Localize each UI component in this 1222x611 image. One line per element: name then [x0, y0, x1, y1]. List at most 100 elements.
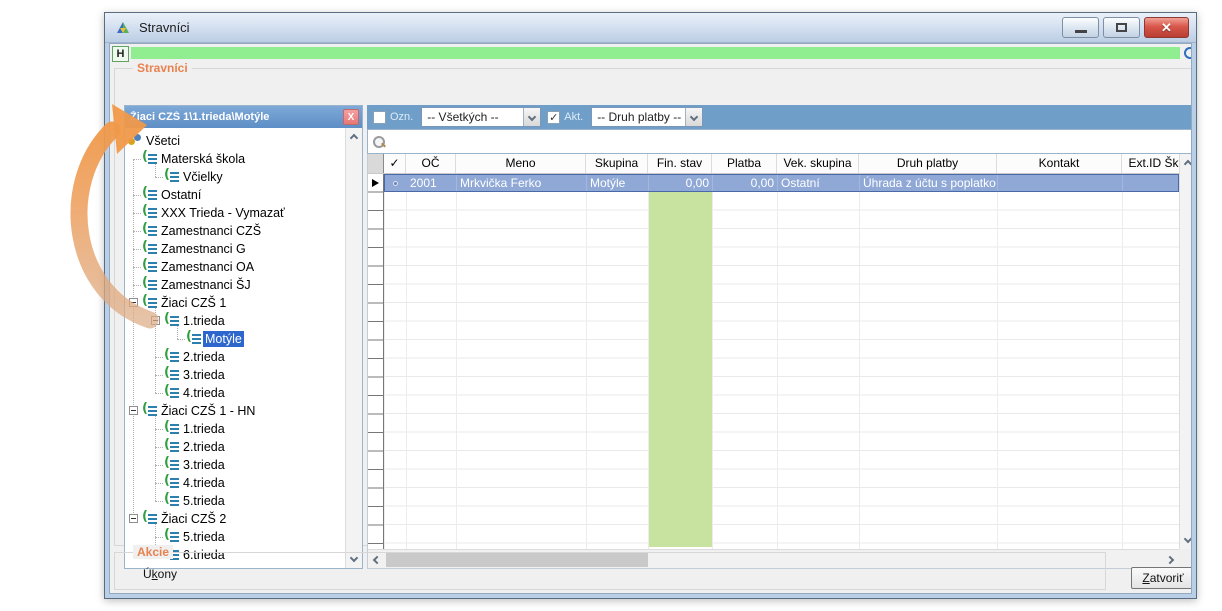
tree-expander-minus[interactable]: [129, 406, 138, 415]
column-header-skupina[interactable]: Skupina: [586, 154, 648, 174]
column-header-meno[interactable]: Meno: [456, 154, 586, 174]
column-header-ext-id-k[interactable]: Ext.ID Šk: [1122, 154, 1179, 174]
chevron-down-icon: [685, 108, 702, 126]
tree-item--iaci-cz-1[interactable]: (Žiaci CZŠ 1: [125, 294, 345, 312]
tree-item--iaci-cz-1-hn[interactable]: (Žiaci CZŠ 1 - HN: [125, 402, 345, 420]
tree-item-4-trieda[interactable]: (4.trieda: [125, 474, 345, 492]
refresh-icon[interactable]: [1182, 45, 1192, 61]
row-marker-dot: [393, 181, 398, 186]
tree-item-v-ielky[interactable]: (Včielky: [125, 168, 345, 186]
tree-item-1-trieda[interactable]: (1.trieda: [125, 312, 345, 330]
app-window: Stravníci ✕ H Stravníci Žiaci CZŠ: [104, 12, 1197, 599]
scroll-up-icon[interactable]: [1180, 155, 1192, 173]
minimize-button[interactable]: [1062, 17, 1099, 38]
druh-platby-dropdown[interactable]: -- Druh platby --: [591, 107, 703, 127]
akt-checkbox[interactable]: ✓: [547, 111, 560, 124]
group-icon: (: [142, 278, 158, 291]
tree-item-4-trieda[interactable]: (4.trieda: [125, 384, 345, 402]
tree-item-mot-le[interactable]: (Motýle: [125, 330, 345, 348]
column-header-kontakt[interactable]: Kontakt: [997, 154, 1122, 174]
tree-item-5-trieda[interactable]: (5.trieda: [125, 528, 345, 546]
tree-close-button[interactable]: X: [343, 109, 359, 125]
tree-item-ostatn-[interactable]: (Ostatní: [125, 186, 345, 204]
maximize-button[interactable]: [1103, 17, 1140, 38]
tree-item-label: Motýle: [203, 331, 244, 347]
table-row[interactable]: 2001Mrkvička FerkoMotýle0,000,00OstatníÚ…: [384, 174, 1179, 192]
table-header: ✓OČMenoSkupinaFin. stavPlatbaVek. skupin…: [368, 154, 1179, 174]
row-cell-skupina: Motýle: [587, 175, 649, 191]
window-titlebar[interactable]: Stravníci ✕: [105, 13, 1196, 43]
column-header-o-[interactable]: OČ: [406, 154, 456, 174]
zatvorit-button[interactable]: Zatvoriť: [1131, 567, 1192, 589]
group-icon: (: [164, 170, 180, 183]
group-tree-panel: Žiaci CZŠ 1\1.trieda\Motýle X Všetci(Mat…: [124, 105, 363, 569]
ozn-checkbox[interactable]: [373, 111, 386, 124]
tree-scrollbar[interactable]: [345, 128, 362, 568]
tree-item-2-trieda[interactable]: (2.trieda: [125, 348, 345, 366]
group-icon: (: [142, 296, 158, 309]
column-header--[interactable]: ✓: [384, 154, 406, 174]
vertical-scrollbar[interactable]: [1179, 154, 1192, 549]
tree-item-3-trieda[interactable]: (3.trieda: [125, 456, 345, 474]
filter-bar: Ozn. -- Všetkých -- ✓ Akt. -- Druh platb…: [367, 105, 1192, 129]
tree-item-zamestnanci-oa[interactable]: (Zamestnanci OA: [125, 258, 345, 276]
group-icon: (: [164, 386, 180, 399]
tree-expander-minus[interactable]: [151, 316, 160, 325]
tree-item--iaci-cz-2[interactable]: (Žiaci CZŠ 2: [125, 510, 345, 528]
search-input[interactable]: [386, 132, 1192, 152]
row-cell-fin-stav: 0,00: [649, 175, 713, 191]
group-icon: (: [186, 332, 202, 345]
tree-item-label: 1.trieda: [181, 421, 227, 437]
oznacenie-dropdown[interactable]: -- Všetkých --: [421, 107, 541, 127]
group-icon: (: [142, 188, 158, 201]
tree-item-zamestnanci-j[interactable]: (Zamestnanci ŠJ: [125, 276, 345, 294]
group-icon: (: [142, 152, 158, 165]
row-cell-druh-platby: Úhrada z účtu s poplatko: [860, 175, 998, 191]
group-icon: (: [164, 494, 180, 507]
tree-scroll-up-icon[interactable]: [346, 129, 362, 147]
column-header-platba[interactable]: Platba: [712, 154, 777, 174]
close-window-button[interactable]: ✕: [1144, 17, 1189, 38]
column-header-vek-skupina[interactable]: Vek. skupina: [777, 154, 859, 174]
ozn-label: Ozn.: [390, 111, 413, 123]
tree-expander-minus[interactable]: [129, 514, 138, 523]
ukony-menu[interactable]: Úkony: [143, 567, 177, 581]
tree-item-v-etci[interactable]: Všetci: [125, 132, 345, 150]
row-cell-platba: 0,00: [713, 175, 778, 191]
h-button[interactable]: H: [112, 46, 129, 62]
row-cell-o-: 2001: [407, 175, 457, 191]
diners-table: ✓OČMenoSkupinaFin. stavPlatbaVek. skupin…: [367, 154, 1192, 569]
tree-item-zamestnanci-g[interactable]: (Zamestnanci G: [125, 240, 345, 258]
group-icon: (: [164, 476, 180, 489]
table-rows-area[interactable]: 2001Mrkvička FerkoMotýle0,000,00OstatníÚ…: [368, 174, 1179, 549]
row-cell-meno: Mrkvička Ferko: [457, 175, 587, 191]
akcie-group-label: Akcie: [133, 545, 173, 559]
column-header-druh-platby[interactable]: Druh platby: [859, 154, 997, 174]
tree-item-label: XXX Trieda - Vymazať: [159, 205, 287, 221]
tree-item-zamestnanci-cz-[interactable]: (Zamestnanci CZŠ: [125, 222, 345, 240]
tree-item-label: Žiaci CZŠ 1 - HN: [159, 403, 257, 419]
scroll-down-icon[interactable]: [1180, 530, 1192, 548]
tree-header: Žiaci CZŠ 1\1.trieda\Motýle X: [125, 106, 362, 128]
header-corner-cell: [368, 154, 384, 174]
desktop-stage: Stravníci ✕ H Stravníci Žiaci CZŠ: [0, 0, 1222, 611]
group-icon: (: [142, 224, 158, 237]
column-header-fin-stav[interactable]: Fin. stav: [648, 154, 712, 174]
tree-item-xxx-trieda-vymaza-[interactable]: (XXX Trieda - Vymazať: [125, 204, 345, 222]
tree-item-1-trieda[interactable]: (1.trieda: [125, 420, 345, 438]
akt-label: Akt.: [564, 111, 583, 123]
tree-item-2-trieda[interactable]: (2.trieda: [125, 438, 345, 456]
tree-item-matersk-kola[interactable]: (Materská škola: [125, 150, 345, 168]
status-bar-green: [131, 47, 1180, 59]
tree-item-3-trieda[interactable]: (3.trieda: [125, 366, 345, 384]
tree-item-5-trieda[interactable]: (5.trieda: [125, 492, 345, 510]
tree-item-label: Včielky: [181, 169, 225, 185]
close-icon: ✕: [1161, 20, 1172, 36]
row-cell-kontakt: [998, 175, 1123, 191]
search-row: [367, 129, 1192, 154]
tree-item-label: Žiaci CZŠ 1: [159, 295, 228, 311]
tree-expander-minus[interactable]: [129, 298, 138, 307]
stravnici-groupbox: Stravníci Žiaci CZŠ 1\1.trieda\Motýle X …: [114, 68, 1192, 546]
current-row-pointer-icon: [372, 179, 379, 187]
window-body: H Stravníci Žiaci CZŠ 1\1.trieda\Motýle …: [109, 43, 1192, 594]
